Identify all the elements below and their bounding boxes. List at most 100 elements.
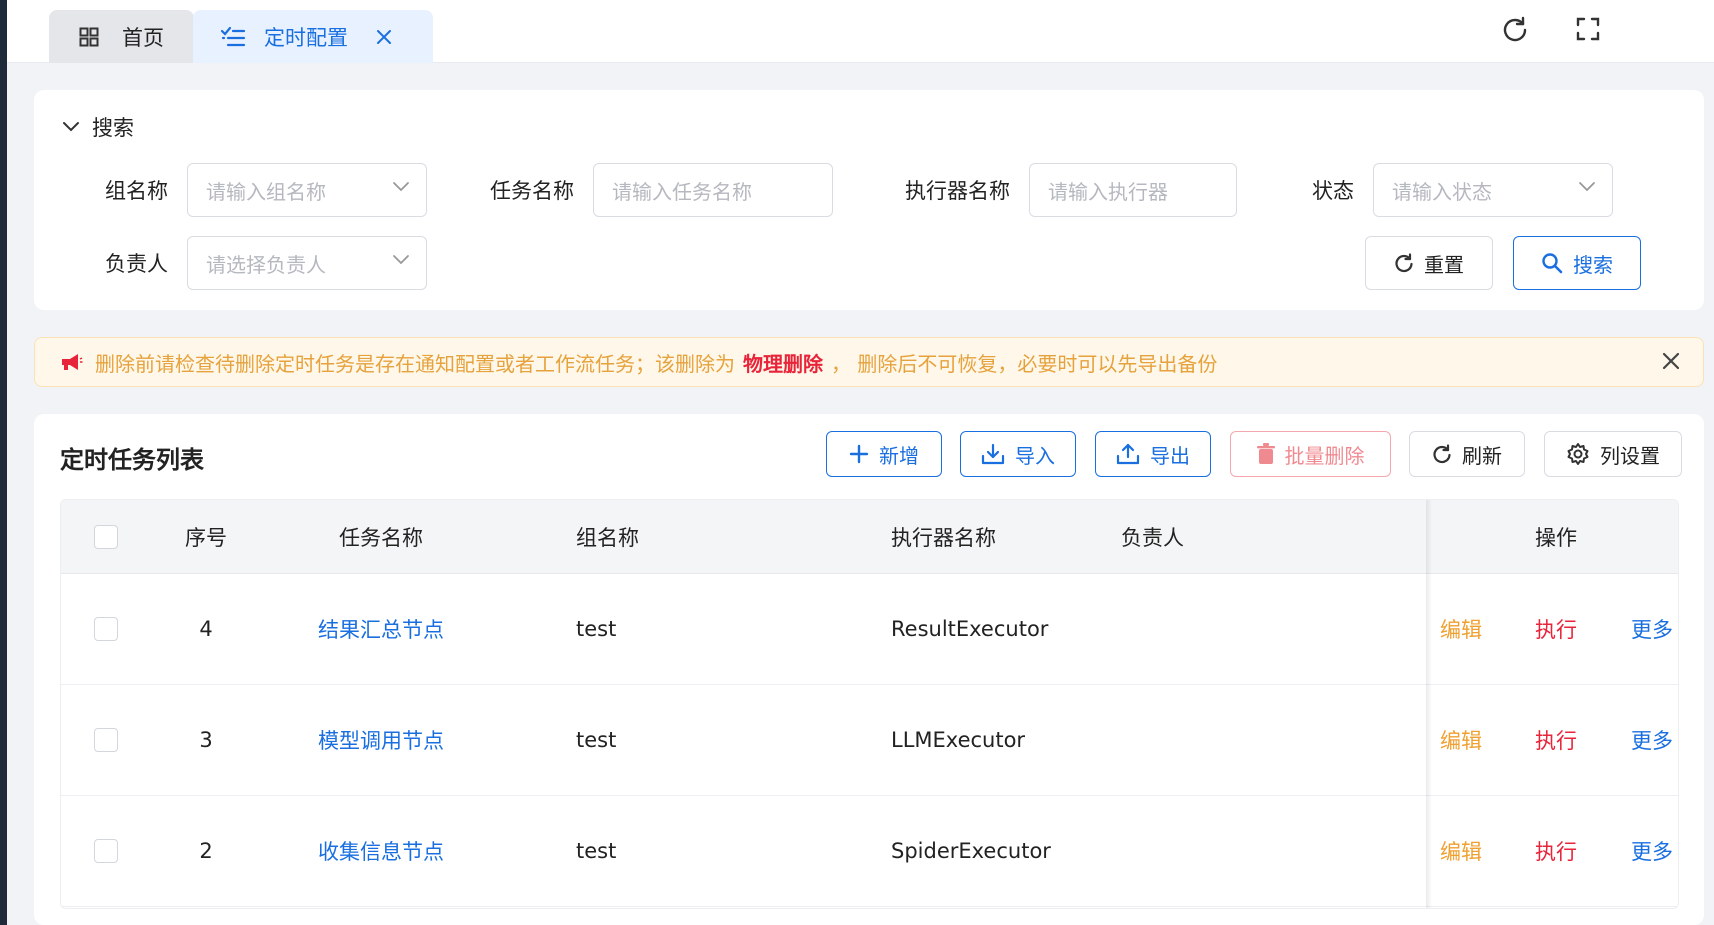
add-button-label: 新增	[879, 443, 919, 468]
export-button-label: 导出	[1150, 443, 1190, 468]
executor-name-input[interactable]: 请输入执行器	[1029, 163, 1237, 217]
run-link[interactable]: 执行	[1526, 796, 1586, 906]
row-owner	[1121, 796, 1321, 906]
run-link[interactable]: 执行	[1526, 685, 1586, 795]
refresh-button-label: 刷新	[1462, 443, 1502, 468]
delete-warning-alert: 删除前请检查待删除定时任务是存在通知配置或者工作流任务；该删除为 物理删除 ， …	[34, 337, 1704, 387]
executor-name-label: 执行器名称	[905, 179, 1010, 203]
row-select-cell	[81, 796, 131, 906]
select-all-checkbox[interactable]	[94, 524, 118, 549]
export-button[interactable]: 导出	[1095, 431, 1211, 477]
row-executor: LLMExecutor	[891, 728, 1026, 752]
row-executor: SpiderExecutor	[891, 839, 1051, 863]
owner-label: 负责人	[105, 252, 168, 276]
col-index-header: 序号	[185, 525, 227, 550]
row-select-cell	[81, 685, 131, 795]
row-group-name: test	[576, 728, 617, 752]
col-task-name-header: 任务名称	[339, 525, 423, 550]
group-name-select[interactable]: 请输入组名称	[187, 163, 427, 217]
select-all-cell	[81, 500, 131, 573]
chevron-down-icon	[1578, 181, 1596, 193]
search-collapse-toggle[interactable]: 搜索	[62, 112, 134, 142]
task-name-link[interactable]: 收集信息节点	[296, 796, 466, 906]
refresh-icon	[1432, 444, 1452, 464]
table-row: 2 收集信息节点 test SpiderExecutor 编辑 执行 更多	[61, 796, 1678, 907]
row-owner	[1121, 685, 1321, 795]
group-name-placeholder: 请输入组名称	[206, 179, 326, 204]
close-icon[interactable]	[376, 29, 392, 45]
batch-delete-button[interactable]: 批量删除	[1230, 431, 1391, 477]
edit-link[interactable]: 编辑	[1431, 574, 1491, 684]
task-name-placeholder: 请输入任务名称	[612, 179, 752, 204]
owner-select[interactable]: 请选择负责人	[187, 236, 427, 290]
tab-schedule-config[interactable]: 定时配置	[193, 10, 433, 63]
edit-link[interactable]: 编辑	[1431, 796, 1491, 906]
import-button[interactable]: 导入	[960, 431, 1076, 477]
alert-text-after: ， 删除后不可恢复，必要时可以先导出备份	[831, 351, 1218, 376]
fixed-column-divider	[1426, 500, 1432, 908]
status-select[interactable]: 请输入状态	[1373, 163, 1613, 217]
col-group-name-header: 组名称	[576, 525, 639, 550]
row-index: 2	[199, 839, 213, 863]
tab-home[interactable]: 首页	[49, 10, 194, 63]
task-name-link[interactable]: 模型调用节点	[296, 685, 466, 795]
row-index: 4	[199, 617, 213, 641]
executor-name-placeholder: 请输入执行器	[1048, 179, 1168, 204]
col-actions-header: 操作	[1535, 525, 1577, 550]
fullscreen-icon[interactable]	[1573, 14, 1603, 44]
more-link[interactable]: 更多	[1622, 685, 1678, 795]
reset-button-label: 重置	[1424, 252, 1464, 277]
row-select-cell	[81, 574, 131, 684]
plus-icon	[849, 444, 869, 464]
run-link[interactable]: 执行	[1526, 574, 1586, 684]
search-toggle-label: 搜索	[92, 116, 134, 140]
more-link[interactable]: 更多	[1622, 796, 1678, 906]
edit-link[interactable]: 编辑	[1431, 685, 1491, 795]
refresh-button[interactable]: 刷新	[1409, 431, 1525, 477]
reset-icon	[1394, 253, 1414, 273]
status-label: 状态	[1312, 179, 1354, 203]
search-panel: 搜索 组名称 请输入组名称 任务名称 请输入任务名称 执行器名称 请输入执行器 …	[34, 90, 1704, 310]
alert-text-before: 删除前请检查待删除定时任务是存在通知配置或者工作流任务；该删除为	[95, 351, 735, 376]
row-checkbox[interactable]	[94, 617, 118, 641]
task-list-panel: 定时任务列表 新增 导入 导出 批量删除 刷新 列设置 序号 任务名称 组名称 …	[34, 414, 1704, 925]
gear-icon	[1566, 442, 1590, 466]
task-name-label: 任务名称	[490, 179, 574, 203]
tab-schedule-config-label: 定时配置	[264, 25, 348, 50]
table-row: 3 模型调用节点 test LLMExecutor 编辑 执行 更多	[61, 685, 1678, 796]
task-list-icon	[220, 26, 246, 48]
task-name-link[interactable]: 结果汇总节点	[296, 574, 466, 684]
row-owner	[1121, 574, 1321, 684]
row-checkbox[interactable]	[94, 728, 118, 752]
table-row: 4 结果汇总节点 test ResultExecutor 编辑 执行 更多	[61, 574, 1678, 685]
chevron-down-icon	[392, 181, 410, 193]
row-executor: ResultExecutor	[891, 617, 1049, 641]
task-table: 序号 任务名称 组名称 执行器名称 负责人 操作 4 结果汇总节点 test R…	[60, 499, 1679, 909]
task-name-input[interactable]: 请输入任务名称	[593, 163, 833, 217]
reset-button[interactable]: 重置	[1365, 236, 1493, 290]
export-icon	[1116, 443, 1140, 465]
search-button-label: 搜索	[1573, 252, 1613, 277]
row-checkbox[interactable]	[94, 839, 118, 863]
row-group-name: test	[576, 617, 617, 641]
refresh-page-icon[interactable]	[1500, 14, 1530, 44]
col-executor-header: 执行器名称	[891, 525, 996, 550]
search-button[interactable]: 搜索	[1513, 236, 1641, 290]
group-name-label: 组名称	[105, 179, 168, 203]
batch-delete-button-label: 批量删除	[1284, 443, 1365, 468]
close-icon[interactable]	[1661, 351, 1681, 371]
import-icon	[981, 443, 1005, 465]
import-button-label: 导入	[1015, 443, 1055, 468]
trash-icon	[1256, 443, 1275, 465]
chevron-down-icon	[392, 254, 410, 266]
add-button[interactable]: 新增	[826, 431, 942, 477]
dashboard-grid-icon	[79, 27, 99, 47]
row-index: 3	[199, 728, 213, 752]
table-header: 序号 任务名称 组名称 执行器名称 负责人 操作	[61, 500, 1678, 574]
alert-strong-text: 物理删除	[743, 351, 823, 376]
megaphone-icon	[59, 352, 83, 372]
row-group-name: test	[576, 839, 617, 863]
column-settings-button[interactable]: 列设置	[1544, 431, 1682, 477]
col-owner-header: 负责人	[1121, 525, 1184, 550]
more-link[interactable]: 更多	[1622, 574, 1678, 684]
